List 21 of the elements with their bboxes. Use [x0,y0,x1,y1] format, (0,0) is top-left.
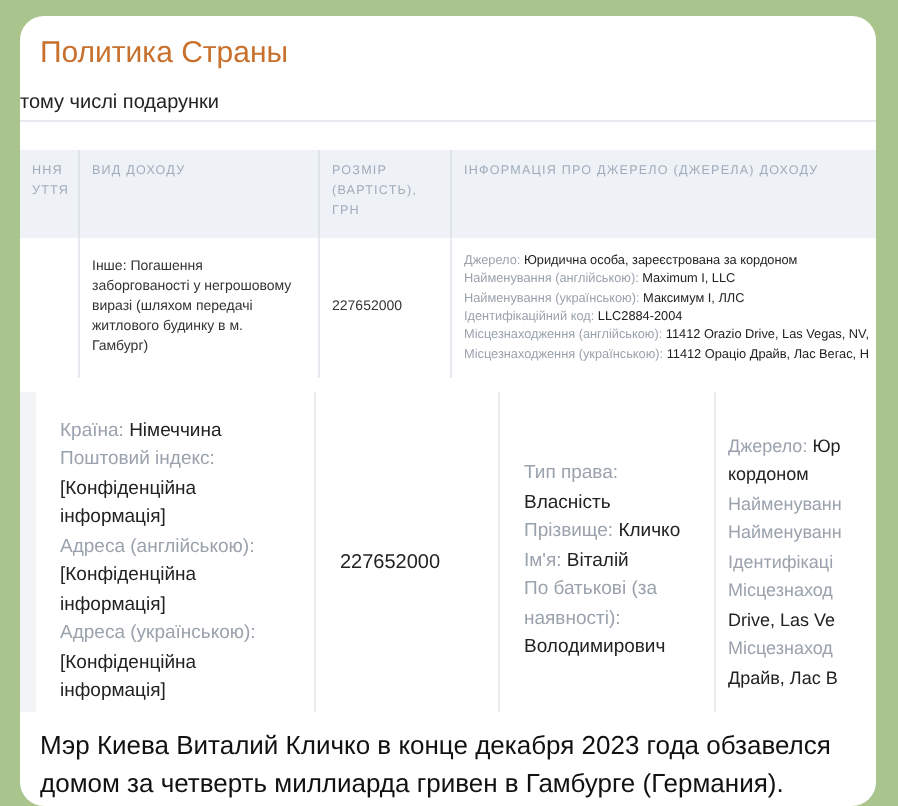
table-cell-text: 227652000 [340,551,443,573]
field-text: Ідентифікаці [728,549,834,576]
channel-title[interactable]: Политика Страны [20,16,876,80]
field-text: Адреса (англійською): [Конфіденційна інформація] [60,533,257,619]
field-text: По батькові (за наявності): Володимирович [524,576,668,663]
field-text: Адреса (українською): [Конфіденційна інформація] [60,620,258,706]
field-text: Місцезнаход [728,636,833,663]
intro-text: тому числі подарунки [20,90,222,118]
field-text: Джерело: Юр [728,433,841,460]
field-text: Країна: Німеччина [60,417,224,445]
field-text: Драйв, Лас В [728,665,838,692]
field-text: Поштовий індекс: [Конфіденційна інформація] [60,446,217,532]
field-text: Ім'я: Віталій [524,547,631,576]
field-text: Drive, Las Ve [728,607,836,634]
field-text: Місцезнаход [728,578,833,605]
message-text: Мэр Киева Виталий Кличко в конце декабря 2023 года обзавелся домом за четверть миллиарда гривен в Гамбурге (Германия). [38,728,833,802]
field-text: Тип права: Власність [524,460,621,518]
field-text: Найменуванн [728,491,842,518]
field-text: Прізвище: Кличко [524,518,683,547]
field-text: кордоном [728,462,809,489]
field-text: Найменуванн [728,520,842,547]
